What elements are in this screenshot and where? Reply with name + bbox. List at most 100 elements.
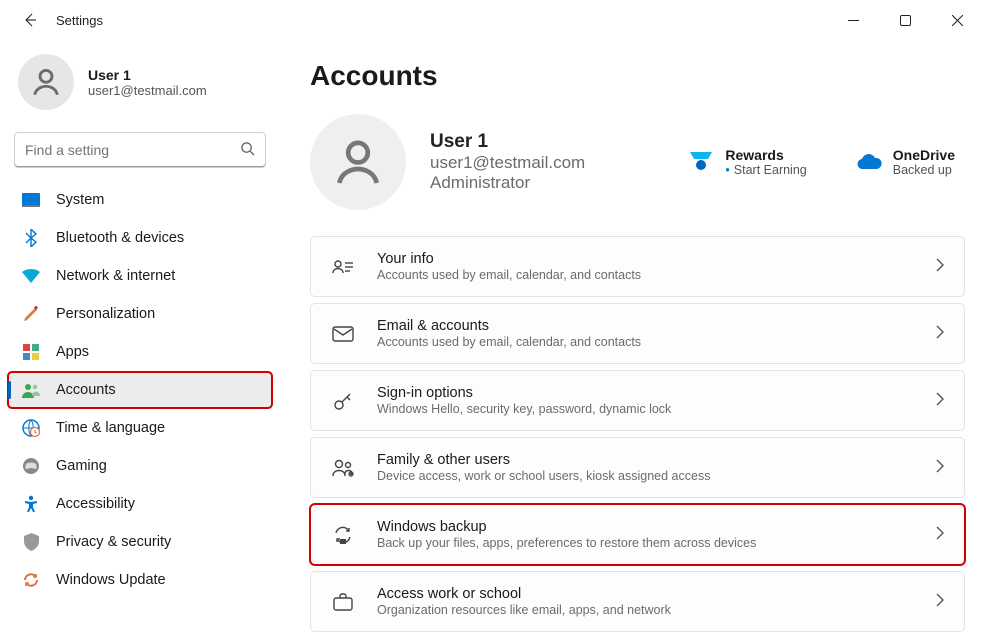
card-windows-backup[interactable]: Windows backup Back up your files, apps,… — [310, 504, 965, 565]
card-sub: Accounts used by email, calendar, and co… — [377, 268, 913, 282]
sidebar-item-label: Bluetooth & devices — [56, 230, 184, 246]
settings-cards: Your info Accounts used by email, calend… — [310, 236, 965, 632]
card-signin-options[interactable]: Sign-in options Windows Hello, security … — [310, 370, 965, 431]
page-title: Accounts — [310, 60, 965, 92]
gaming-icon — [22, 457, 40, 475]
your-info-icon — [331, 255, 355, 279]
account-role: Administrator — [430, 173, 660, 193]
profile-name: User 1 — [88, 67, 207, 83]
minimize-button[interactable] — [831, 4, 875, 36]
arrow-left-icon — [22, 12, 38, 28]
sidebar-item-label: Time & language — [56, 420, 165, 436]
sidebar-item-accessibility[interactable]: Accessibility — [8, 486, 272, 522]
clock-globe-icon — [22, 419, 40, 437]
sidebar-item-label: Gaming — [56, 458, 107, 474]
onedrive-title: OneDrive — [893, 147, 955, 163]
system-icon — [22, 191, 40, 209]
card-sub: Organization resources like email, apps,… — [377, 603, 913, 617]
card-title: Email & accounts — [377, 318, 913, 334]
onedrive-sub: Backed up — [893, 163, 955, 177]
card-title: Family & other users — [377, 452, 913, 468]
people-icon — [331, 456, 355, 480]
onedrive-widget[interactable]: OneDrive Backed up — [855, 147, 955, 177]
card-your-info[interactable]: Your info Accounts used by email, calend… — [310, 236, 965, 297]
chevron-right-icon — [935, 325, 944, 342]
onedrive-icon — [855, 147, 883, 175]
card-sub: Back up your files, apps, preferences to… — [377, 536, 913, 550]
sidebar-item-accounts[interactable]: Accounts — [8, 372, 272, 408]
brush-icon — [22, 305, 40, 323]
account-email: user1@testmail.com — [430, 153, 660, 173]
sidebar-item-personalization[interactable]: Personalization — [8, 296, 272, 332]
apps-icon — [22, 343, 40, 361]
wifi-icon — [22, 267, 40, 285]
sidebar-item-time[interactable]: Time & language — [8, 410, 272, 446]
sidebar-item-apps[interactable]: Apps — [8, 334, 272, 370]
shield-icon — [22, 533, 40, 551]
minimize-icon — [848, 15, 859, 26]
card-email-accounts[interactable]: Email & accounts Accounts used by email,… — [310, 303, 965, 364]
sidebar-item-gaming[interactable]: Gaming — [8, 448, 272, 484]
rewards-icon — [687, 147, 715, 175]
update-icon — [22, 571, 40, 589]
sidebar-item-label: Privacy & security — [56, 534, 171, 550]
avatar — [18, 54, 74, 110]
sidebar-item-network[interactable]: Network & internet — [8, 258, 272, 294]
maximize-icon — [900, 15, 911, 26]
titlebar: Settings — [0, 0, 987, 40]
sidebar-item-system[interactable]: System — [8, 182, 272, 218]
search-input[interactable] — [25, 142, 240, 158]
card-title: Access work or school — [377, 586, 913, 602]
sidebar-nav: System Bluetooth & devices Network & int… — [8, 182, 272, 598]
bluetooth-icon — [22, 229, 40, 247]
accounts-icon — [22, 381, 40, 399]
sidebar-item-bluetooth[interactable]: Bluetooth & devices — [8, 220, 272, 256]
card-sub: Windows Hello, security key, password, d… — [377, 402, 913, 416]
rewards-sub: •Start Earning — [725, 163, 806, 177]
card-title: Your info — [377, 251, 913, 267]
sidebar-item-label: Accounts — [56, 382, 116, 398]
backup-icon — [331, 523, 355, 547]
person-icon — [330, 134, 386, 190]
sidebar-profile[interactable]: User 1 user1@testmail.com — [8, 46, 272, 128]
card-sub: Device access, work or school users, kio… — [377, 469, 913, 483]
sidebar-item-label: Windows Update — [56, 572, 166, 588]
mail-icon — [331, 322, 355, 346]
card-family-users[interactable]: Family & other users Device access, work… — [310, 437, 965, 498]
key-icon — [331, 389, 355, 413]
person-icon — [29, 65, 63, 99]
main-panel: Accounts User 1 user1@testmail.com Admin… — [280, 40, 987, 644]
sidebar-item-label: System — [56, 192, 104, 208]
search-box[interactable] — [14, 132, 266, 168]
maximize-button[interactable] — [883, 4, 927, 36]
sidebar-item-label: Accessibility — [56, 496, 135, 512]
sidebar-item-label: Personalization — [56, 306, 155, 322]
briefcase-icon — [331, 590, 355, 614]
rewards-title: Rewards — [725, 147, 806, 163]
rewards-widget[interactable]: Rewards •Start Earning — [687, 147, 806, 177]
chevron-right-icon — [935, 392, 944, 409]
back-button[interactable] — [16, 6, 44, 34]
account-avatar[interactable] — [310, 114, 406, 210]
chevron-right-icon — [935, 258, 944, 275]
close-icon — [952, 15, 963, 26]
card-sub: Accounts used by email, calendar, and co… — [377, 335, 913, 349]
card-title: Sign-in options — [377, 385, 913, 401]
account-header: User 1 user1@testmail.com Administrator … — [310, 114, 965, 210]
sidebar-item-label: Network & internet — [56, 268, 175, 284]
chevron-right-icon — [935, 593, 944, 610]
card-title: Windows backup — [377, 519, 913, 535]
sidebar-item-privacy[interactable]: Privacy & security — [8, 524, 272, 560]
sidebar: User 1 user1@testmail.com System Bluetoo… — [0, 40, 280, 644]
sidebar-item-label: Apps — [56, 344, 89, 360]
close-button[interactable] — [935, 4, 979, 36]
card-work-school[interactable]: Access work or school Organization resou… — [310, 571, 965, 632]
account-name: User 1 — [430, 131, 660, 153]
chevron-right-icon — [935, 459, 944, 476]
accessibility-icon — [22, 495, 40, 513]
sidebar-item-update[interactable]: Windows Update — [8, 562, 272, 598]
chevron-right-icon — [935, 526, 944, 543]
search-icon — [240, 141, 255, 159]
app-title: Settings — [56, 13, 103, 28]
profile-email: user1@testmail.com — [88, 83, 207, 98]
